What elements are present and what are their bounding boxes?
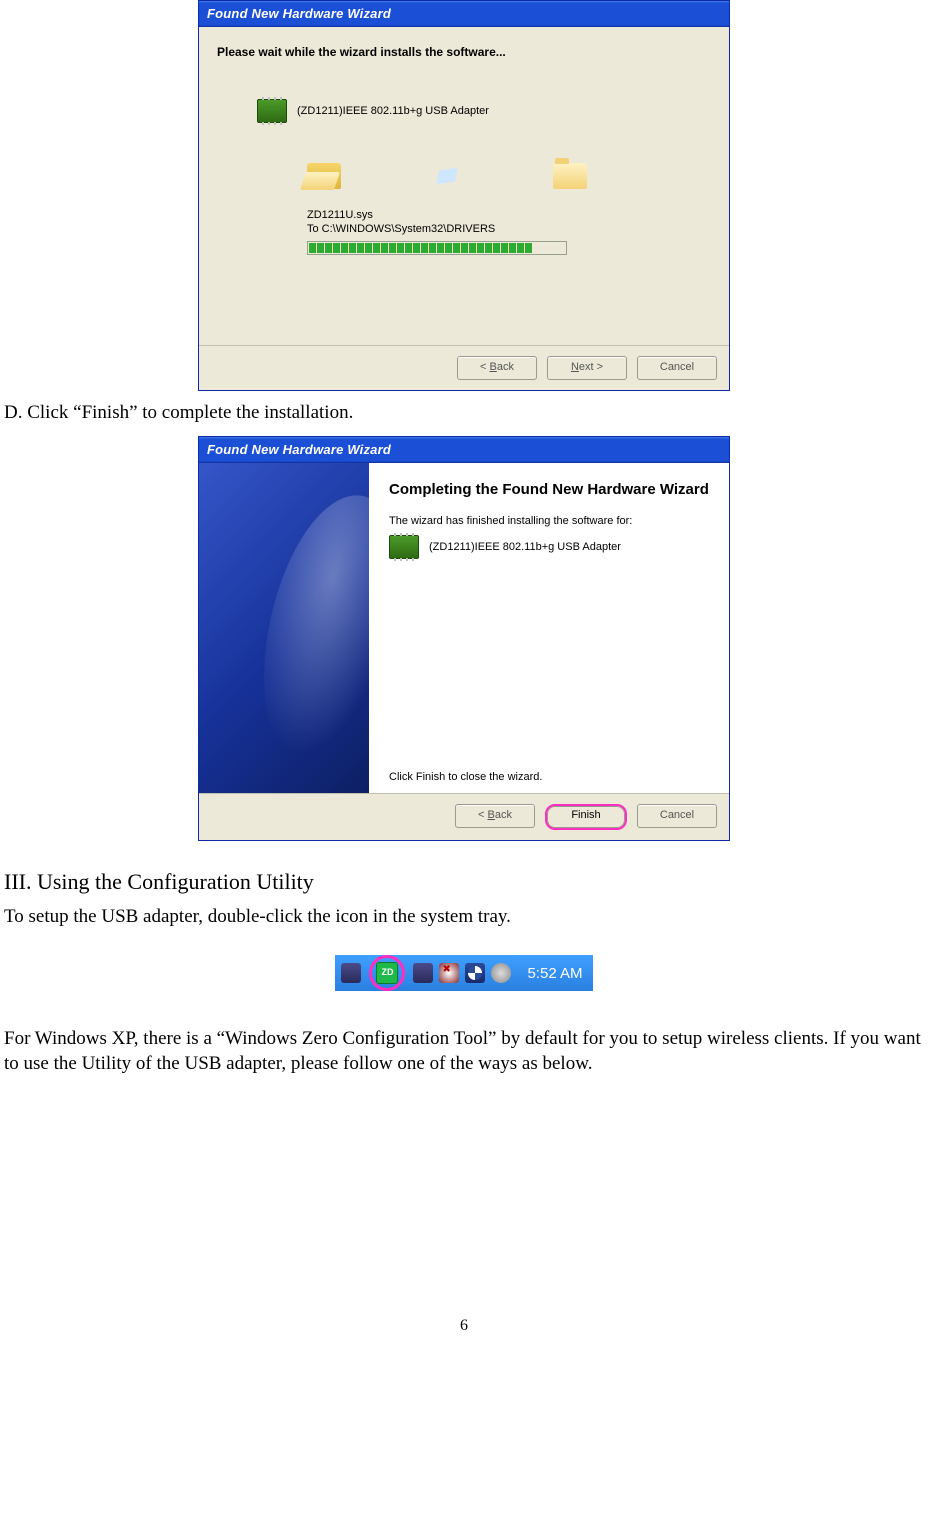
- dialog2-heading: Completing the Found New Hardware Wizard: [389, 481, 709, 500]
- dialog2-close-text: Click Finish to close the wizard.: [389, 771, 709, 783]
- progress-segment: [381, 243, 388, 253]
- back-button: < Back: [455, 804, 535, 828]
- progress-segment: [349, 243, 356, 253]
- system-tray: ZD 5:52 AM: [333, 953, 594, 993]
- progress-segment: [485, 243, 492, 253]
- progress-segment: [365, 243, 372, 253]
- progress-segment: [437, 243, 444, 253]
- device-row: (ZD1211)IEEE 802.11b+g USB Adapter: [257, 99, 711, 123]
- wizard-sidebar-graphic: [199, 463, 369, 793]
- dialog2-titlebar: Found New Hardware Wizard: [199, 437, 729, 463]
- progress-bar: [307, 241, 567, 255]
- progress-segment: [325, 243, 332, 253]
- network-adapter-icon: [257, 99, 287, 123]
- tray-clock[interactable]: 5:52 AM: [527, 965, 582, 982]
- tray-icon-volume[interactable]: [491, 963, 511, 983]
- source-folder-icon: [307, 163, 341, 189]
- progress-segment: [445, 243, 452, 253]
- progress-segment: [413, 243, 420, 253]
- file-copy-area: ZD1211U.sys To C:\WINDOWS\System32\DRIVE…: [307, 163, 637, 255]
- progress-segment: [525, 243, 532, 253]
- progress-segment: [405, 243, 412, 253]
- copying-destination: To C:\WINDOWS\System32\DRIVERS: [307, 223, 637, 235]
- zd-utility-tray-icon[interactable]: ZD: [376, 962, 398, 984]
- flying-document-icon: [436, 168, 458, 184]
- next-button[interactable]: Next >: [547, 356, 627, 380]
- step-d-text: D. Click “Finish” to complete the instal…: [4, 401, 924, 426]
- setup-instruction-text: To setup the USB adapter, double-click t…: [4, 905, 924, 930]
- tray-icon-network-disconnected[interactable]: [439, 963, 459, 983]
- dialog2-title: Found New Hardware Wizard: [207, 442, 391, 457]
- progress-segment: [373, 243, 380, 253]
- network-adapter-icon: [389, 535, 419, 559]
- progress-segment: [469, 243, 476, 253]
- progress-segment: [509, 243, 516, 253]
- finish-button[interactable]: Finish: [545, 804, 627, 830]
- dialog2-device-row: (ZD1211)IEEE 802.11b+g USB Adapter: [389, 535, 709, 559]
- hardware-wizard-installing-dialog: Found New Hardware Wizard Please wait wh…: [198, 0, 730, 391]
- page-number: 6: [0, 1317, 928, 1335]
- cancel-button[interactable]: Cancel: [637, 356, 717, 380]
- progress-segment: [309, 243, 316, 253]
- destination-folder-icon: [553, 163, 587, 189]
- tray-icon-generic[interactable]: [413, 963, 433, 983]
- section-heading: III. Using the Configuration Utility: [4, 869, 924, 895]
- dialog2-button-bar: < Back Finish Cancel: [199, 793, 729, 840]
- dialog1-instruction: Please wait while the wizard installs th…: [217, 45, 711, 59]
- progress-segment: [421, 243, 428, 253]
- xp-note-text: For Windows XP, there is a “Windows Zero…: [4, 1027, 924, 1076]
- hardware-wizard-complete-dialog: Found New Hardware Wizard Completing the…: [198, 436, 730, 841]
- progress-segment: [493, 243, 500, 253]
- dialog1-button-bar: < Back Next > Cancel: [199, 345, 729, 390]
- progress-segment: [357, 243, 364, 253]
- progress-segment: [333, 243, 340, 253]
- progress-segment: [517, 243, 524, 253]
- progress-segment: [501, 243, 508, 253]
- copying-filename: ZD1211U.sys: [307, 209, 637, 221]
- cancel-button: Cancel: [637, 804, 717, 828]
- progress-segment: [453, 243, 460, 253]
- progress-segment: [429, 243, 436, 253]
- progress-segment: [317, 243, 324, 253]
- dialog2-subtext: The wizard has finished installing the s…: [389, 515, 709, 527]
- dialog1-titlebar: Found New Hardware Wizard: [199, 1, 729, 27]
- progress-segment: [389, 243, 396, 253]
- dialog1-title: Found New Hardware Wizard: [207, 6, 391, 21]
- tray-zd-highlight-ring: ZD: [369, 955, 405, 991]
- tray-icon-generic[interactable]: [465, 963, 485, 983]
- tray-icon-generic[interactable]: [341, 963, 361, 983]
- progress-segment: [397, 243, 404, 253]
- dialog2-device-name: (ZD1211)IEEE 802.11b+g USB Adapter: [429, 541, 621, 553]
- progress-segment: [341, 243, 348, 253]
- device-name: (ZD1211)IEEE 802.11b+g USB Adapter: [297, 105, 489, 117]
- progress-segment: [461, 243, 468, 253]
- back-button[interactable]: < Back: [457, 356, 537, 380]
- progress-segment: [477, 243, 484, 253]
